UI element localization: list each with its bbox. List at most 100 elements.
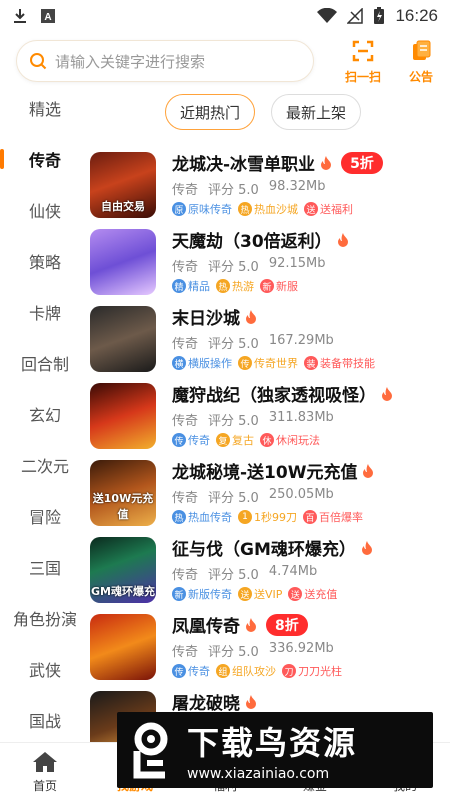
discount-badge: 8折 [266, 613, 308, 636]
game-thumbnail[interactable]: 送10W元充值 [90, 460, 156, 526]
tag-text: 横版操作 [188, 357, 232, 370]
game-tag: 休休闲玩法 [260, 432, 320, 448]
tag-badge-icon: 传 [172, 433, 186, 447]
game-title: 末日沙城 [172, 309, 240, 329]
hot-flame-icon [382, 386, 392, 401]
game-tag: 传传奇 [172, 663, 210, 679]
list-tabs: 近期热门 最新上架 [165, 94, 362, 130]
sidebar-item-celue[interactable]: 策略 [0, 241, 90, 281]
game-tags: 新新版传奇送送VIP 送送充值 [172, 586, 337, 602]
tag-badge-icon: 热 [238, 202, 252, 216]
tab-recent-hot[interactable]: 近期热门 [165, 94, 256, 130]
game-rating: 评分 5.0 [208, 645, 259, 660]
tag-text: 复古 [232, 434, 254, 447]
game-tag: 组组队攻沙 [216, 663, 276, 679]
tag-text: 热血传奇 [188, 511, 232, 524]
game-size: 4.74Mb [268, 564, 318, 579]
game-thumbnail[interactable] [90, 614, 156, 680]
game-tag: 传传奇世界 [238, 355, 298, 371]
tag-badge-icon: 原 [172, 202, 186, 216]
game-thumbnail[interactable] [90, 229, 156, 295]
game-tag: 精精品 [172, 278, 210, 294]
sidebar-item-huihezhi[interactable]: 回合制 [0, 343, 90, 383]
sidebar-item-sanguo[interactable]: 三国 [0, 547, 90, 587]
thumbnail-caption: GM魂环爆充 [91, 585, 155, 598]
game-tags: 传传奇组组队攻沙刀刀刀光柱 [172, 663, 342, 679]
tag-text: 传奇世界 [254, 357, 298, 370]
tag-badge-icon: 刀 [282, 664, 296, 678]
tag-badge-icon: 新 [260, 279, 274, 293]
watermark-title: 下载鸟资源 [187, 724, 358, 762]
game-tag: 热热血传奇 [172, 509, 232, 525]
sidebar-item-maoxian[interactable]: 冒险 [0, 496, 90, 536]
game-title-line: 龙城决-冰雪单职业 5折 [172, 150, 383, 175]
sidebar-item-xianxia[interactable]: 仙侠 [0, 190, 90, 230]
game-thumbnail[interactable] [90, 306, 156, 372]
game-tag: 刀刀刀光柱 [282, 663, 342, 679]
game-row[interactable]: 魔狩战纪（独家透视吸怪） 传奇 评分 5.0 311.83Mb 传传奇复复古休休闲玩法 [90, 379, 450, 456]
tag-text: 休闲玩法 [276, 434, 320, 447]
game-row[interactable]: 凤凰传奇 8折 传奇 评分 5.0 336.92Mb 传传奇组组队攻沙刀刀刀光柱 [90, 610, 450, 687]
game-tag: 送送福利 [304, 201, 353, 217]
search-input[interactable]: 请输入关键字进行搜索 [16, 40, 314, 82]
game-thumbnail[interactable]: GM魂环爆充 [90, 537, 156, 603]
tag-badge-icon: 1 [238, 510, 252, 524]
download-icon [14, 9, 26, 23]
game-category: 传奇 [172, 337, 199, 352]
tag-badge-icon: 送 [288, 587, 303, 601]
sidebar-item-jueseban[interactable]: 角色扮演 [0, 598, 90, 638]
tag-badge-icon: 百 [303, 510, 317, 524]
sidebar-item-erciyuan[interactable]: 二次元 [0, 445, 90, 485]
game-title-line: 龙城秘境-送10W元充值 [172, 458, 375, 483]
tag-badge-icon: 热 [172, 510, 186, 524]
game-title-line: 天魔劫（30倍返利） [172, 227, 350, 252]
game-tags: 精精品热热游新新服 [172, 278, 298, 294]
tag-badge-icon: 休 [260, 433, 274, 447]
game-row[interactable]: 自由交易 龙城决-冰雪单职业 5折 传奇 评分 5.0 98.32Mb 原原味传奇热热血沙城… [90, 148, 450, 225]
game-tag: 传传奇 [172, 432, 210, 448]
search-icon [30, 53, 47, 70]
tag-text: 新版传奇 [188, 588, 232, 601]
sidebar-item-jingxuan[interactable]: 精选 [0, 88, 90, 128]
game-row[interactable]: 送10W元充值 龙城秘境-送10W元充值 传奇 评分 5.0 250.05Mb 热热血传奇… [90, 456, 450, 533]
game-list: 自由交易 龙城决-冰雪单职业 5折 传奇 评分 5.0 98.32Mb 原原味传奇热热血沙城… [90, 148, 450, 764]
game-rating: 评分 5.0 [208, 337, 259, 352]
status-bar: A 16:26 [0, 0, 450, 32]
game-row[interactable]: 末日沙城 传奇 评分 5.0 167.29Mb 横横版操作传传奇世界装装备带技能 [90, 302, 450, 379]
sidebar-item-chuanqi[interactable]: 传奇 [0, 139, 90, 179]
sidebar-item-wuxia[interactable]: 武侠 [0, 649, 90, 689]
game-size: 250.05Mb [268, 487, 334, 502]
game-category: 传奇 [172, 491, 199, 506]
tag-badge-icon: 传 [172, 664, 186, 678]
category-sidebar: 精选 传奇 仙侠 策略 卡牌 回合制 玄幻 二次元 冒险 三国 角色扮演 武侠 … [0, 88, 90, 738]
tag-badge-icon: 传 [238, 356, 252, 370]
hot-flame-icon [321, 155, 332, 170]
scan-button[interactable]: 扫一扫 [336, 40, 390, 85]
notice-icon [413, 40, 431, 60]
tab-newest[interactable]: 最新上架 [271, 94, 362, 130]
game-rating: 评分 5.0 [208, 568, 259, 583]
game-category: 传奇 [172, 645, 199, 660]
game-thumbnail[interactable]: 自由交易 [90, 152, 156, 218]
game-title-line: 屠龙破晓 [172, 689, 258, 714]
game-title: 凤凰传奇 [172, 617, 240, 637]
game-title: 魔狩战纪（独家透视吸怪） [172, 386, 376, 406]
game-thumbnail[interactable] [90, 383, 156, 449]
nav-home[interactable]: 首页 [10, 743, 80, 801]
sidebar-item-xuanhuan[interactable]: 玄幻 [0, 394, 90, 434]
tag-text: 精品 [188, 280, 210, 293]
sidebar-item-guozhan[interactable]: 国战 [0, 700, 90, 740]
game-row[interactable]: GM魂环爆充 征与伐（GM魂环爆充） 传奇 评分 5.0 4.74Mb 新新版传奇送送VI… [90, 533, 450, 610]
game-tag: 热热游 [216, 278, 254, 294]
game-size: 167.29Mb [268, 333, 334, 348]
tag-text: 1秒99刀 [254, 511, 297, 524]
home-icon [33, 751, 57, 772]
svg-text:A: A [44, 12, 51, 23]
game-meta: 传奇 评分 5.0 311.83Mb [172, 410, 334, 429]
notice-button[interactable]: 公告 [394, 40, 448, 85]
game-row[interactable]: 天魔劫（30倍返利） 传奇 评分 5.0 92.15Mb 精精品热热游新新服 [90, 225, 450, 302]
sidebar-item-kapai[interactable]: 卡牌 [0, 292, 90, 332]
tag-badge-icon: 新 [172, 587, 186, 601]
game-title: 龙城决-冰雪单职业 [172, 155, 316, 175]
tag-text: 送VIP [254, 588, 283, 601]
